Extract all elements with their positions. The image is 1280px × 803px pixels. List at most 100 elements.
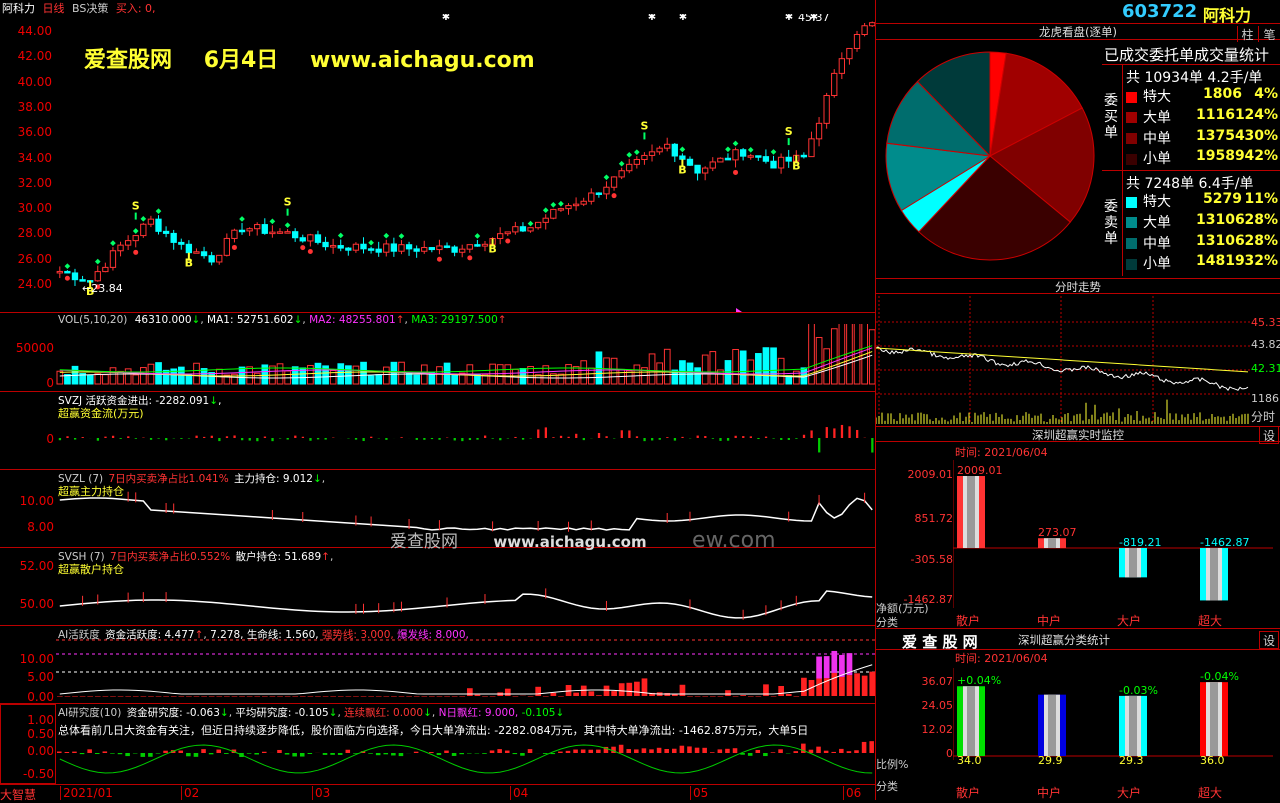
research-bar — [626, 749, 631, 753]
flow-bar — [704, 436, 706, 438]
ai-bar — [793, 696, 799, 697]
flow-bar — [621, 430, 623, 438]
research-bar — [664, 749, 669, 753]
research-bar — [862, 742, 867, 753]
signal-diamond — [634, 149, 640, 155]
candle-body — [725, 158, 730, 160]
research-bar — [346, 750, 351, 753]
sell-signal: S — [284, 196, 292, 209]
ai-bar — [194, 696, 200, 697]
classify-bar-shade — [1048, 695, 1056, 756]
flow-bar — [856, 430, 858, 438]
ai-research-chart[interactable] — [56, 735, 876, 783]
signal-diamond — [475, 233, 481, 239]
flow-bar — [97, 438, 99, 441]
center-url: www.aichagu.com — [493, 533, 646, 551]
buy-row: 特大18064% — [1126, 86, 1280, 107]
ai-bar — [573, 693, 579, 696]
candle-body — [391, 244, 396, 251]
research-bar — [87, 749, 92, 753]
volume-chart[interactable] — [56, 324, 876, 390]
signal-diamond — [368, 240, 374, 246]
flow-bar — [416, 438, 418, 440]
volume-bar — [778, 358, 784, 384]
signal-diamond — [528, 221, 534, 227]
flow-bar — [765, 437, 767, 438]
stock-name: 阿科力 — [2, 2, 35, 15]
legend-pct: 42% — [1244, 148, 1278, 164]
research-bar — [771, 752, 776, 753]
candle-body — [429, 248, 434, 250]
ai-burst-bar — [824, 656, 830, 678]
ai-bar — [338, 696, 344, 697]
ai-bar — [353, 696, 359, 697]
monitor-bar — [1200, 548, 1228, 600]
candle-body — [308, 235, 313, 241]
ai-bar — [80, 696, 86, 697]
x-axis-label: 02 — [181, 786, 199, 800]
legend-name: 大单 — [1143, 110, 1171, 126]
classify-x-label: 超大 — [1198, 784, 1222, 801]
intraday-title: 分时走势 — [876, 278, 1280, 294]
research-bar — [437, 753, 442, 755]
volume-bar — [710, 352, 716, 384]
candle-body — [239, 230, 244, 232]
ai-bar — [459, 696, 465, 697]
candle-body — [763, 157, 768, 162]
candle-body — [680, 156, 685, 159]
legend-count: 1806 — [1196, 86, 1242, 102]
research-bar — [756, 750, 761, 753]
retail-holding-line — [60, 591, 872, 618]
main-y-tick: 28.00 — [0, 226, 52, 240]
capital-flow-chart[interactable] — [56, 400, 876, 468]
candle-body — [452, 247, 457, 252]
flow-bar — [317, 438, 319, 439]
research-bar — [634, 749, 639, 753]
legend-name: 大单 — [1143, 215, 1171, 231]
intraday-chart[interactable] — [876, 296, 1250, 424]
flow-bar — [643, 438, 645, 441]
signal-diamond — [748, 147, 754, 153]
volume-bar — [505, 365, 511, 384]
volume-bar — [103, 375, 109, 384]
monitor-bar — [1038, 538, 1066, 548]
monitor-settings-button[interactable]: 设 — [1259, 426, 1279, 444]
flow-bar — [552, 437, 554, 438]
flow-bar — [871, 438, 873, 453]
candle-body — [110, 251, 115, 268]
classify-bar-shade — [1210, 682, 1218, 756]
research-bar — [300, 753, 305, 757]
classify-header: 爱 查 股 网 深圳超赢分类统计 — [876, 628, 1280, 650]
ai-bar — [452, 696, 458, 697]
classify-settings-button[interactable]: 设 — [1259, 631, 1279, 649]
ai-bar — [247, 696, 253, 697]
ai-research-title: AI研究度(10) 资金研究度: -0.063↓, 平均研究度: -0.105↓… — [58, 705, 564, 720]
retail-holding-chart[interactable] — [56, 556, 876, 624]
volume-bar — [687, 363, 693, 384]
flow-bar — [583, 438, 585, 440]
bar-mode-button[interactable]: 柱 — [1237, 26, 1257, 42]
ai-bar — [57, 696, 63, 697]
ai-bar — [664, 693, 670, 696]
ai-activity-chart[interactable] — [56, 636, 876, 702]
research-bar — [528, 749, 533, 753]
ai-bar — [406, 696, 412, 697]
ai-bar — [133, 696, 139, 697]
flow-bar — [180, 438, 182, 439]
candle-body — [778, 157, 783, 168]
ai-research-v4: N日飘红: 9.000, — [439, 707, 519, 719]
candle-body — [771, 161, 776, 168]
research-bar — [718, 749, 723, 753]
flow-bar — [598, 433, 600, 438]
air-y-05: 0.50 — [0, 727, 54, 741]
candlestick-chart[interactable]: SSSSBBBBB✱✱✱✱✱45.37←23.84 — [56, 14, 876, 312]
volume-bar — [695, 368, 701, 384]
main-y-tick: 34.00 — [0, 151, 52, 165]
candle-body — [498, 234, 503, 239]
volume-bar — [831, 329, 837, 384]
pie-title: 龙虎看盘(逐单) — [876, 24, 1280, 40]
tick-mode-button[interactable]: 笔 — [1258, 26, 1280, 42]
research-bar — [778, 749, 783, 753]
research-bar — [247, 753, 252, 754]
research-bar — [110, 753, 115, 754]
